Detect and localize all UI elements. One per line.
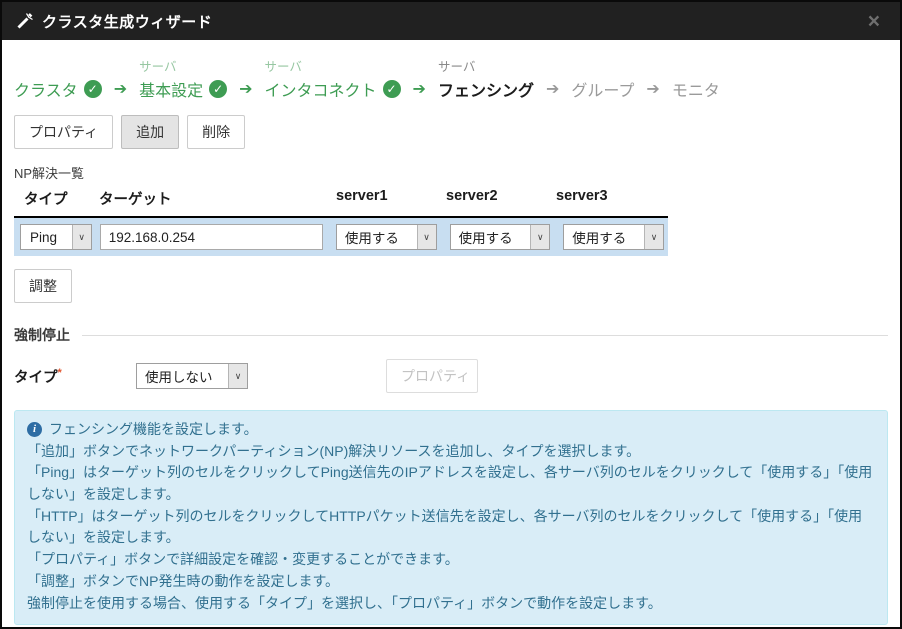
chevron-down-icon: ∨ <box>417 225 436 249</box>
step-done-check-icon: ✓ <box>84 80 102 98</box>
tune-button[interactable]: 調整 <box>14 269 72 303</box>
info-line: 「プロパティ」ボタンで詳細設定を確認・変更することができます。 <box>27 549 875 571</box>
forced-stop-property-button: プロパティ <box>386 359 478 393</box>
forced-stop-section-heading: 強制停止 <box>14 325 888 345</box>
np-table-row: Ping ∨ 使用する ∨ 使用する ∨ 使用する ∨ <box>14 218 668 256</box>
cluster-wizard-dialog: クラスタ生成ウィザード × クラスタ✓ ➔ サーバ 基本設定✓ ➔ サーバ イン… <box>0 0 902 629</box>
info-line: 「HTTP」はターゲット列のセルをクリックしてHTTPパケット送信先を設定し、各… <box>27 506 875 549</box>
column-header-type: タイプ <box>14 188 99 209</box>
step-label: グループ <box>571 77 634 101</box>
step-arrow-icon: ➔ <box>102 79 139 101</box>
step-interconnect[interactable]: サーバ インタコネクト✓ <box>265 56 401 101</box>
dialog-content: クラスタ✓ ➔ サーバ 基本設定✓ ➔ サーバ インタコネクト✓ ➔ サーバ フ… <box>2 40 900 629</box>
footer-actions: ◂戻る 次へ▸ キャンセル <box>14 625 888 629</box>
info-icon: i <box>27 422 42 437</box>
step-basic-settings[interactable]: サーバ 基本設定✓ <box>139 56 227 101</box>
column-header-server3: server3 <box>556 188 666 209</box>
step-arrow-icon: ➔ <box>634 79 671 101</box>
step-arrow-icon: ➔ <box>227 79 264 101</box>
forced-stop-type-label: タイプ* <box>14 366 136 387</box>
step-label: 基本設定 <box>139 77 203 101</box>
forced-stop-title: 強制停止 <box>14 325 70 345</box>
info-line: 「Ping」はターゲット列のセルをクリックしてPing送信先のIPアドレスを設定… <box>27 462 875 505</box>
chevron-down-icon: ∨ <box>644 225 663 249</box>
column-header-server2: server2 <box>446 188 556 209</box>
info-line: 「調整」ボタンでNP発生時の動作を設定します。 <box>27 571 875 593</box>
add-button[interactable]: 追加 <box>121 115 179 149</box>
step-done-check-icon: ✓ <box>209 80 227 98</box>
np-toolbar: プロパティ 追加 削除 <box>14 115 888 149</box>
step-group[interactable]: グループ <box>571 56 634 101</box>
step-cluster[interactable]: クラスタ ✓ <box>14 56 102 101</box>
forced-stop-type-row: タイプ* 使用しない ∨ プロパティ <box>14 359 888 393</box>
step-arrow-icon: ➔ <box>534 79 571 101</box>
column-header-target: ターゲット <box>99 188 336 209</box>
close-icon[interactable]: × <box>862 9 886 34</box>
chevron-down-icon: ∨ <box>72 225 91 249</box>
np-list-caption: NP解決一覧 <box>14 163 888 182</box>
np-type-select[interactable]: Ping ∨ <box>20 224 92 250</box>
chevron-down-icon: ∨ <box>228 364 247 388</box>
divider <box>82 335 888 336</box>
magic-wand-icon <box>16 12 34 30</box>
info-line: 「追加」ボタンでネットワークパーティション(NP)解決リソースを追加し、タイプを… <box>27 441 875 463</box>
column-header-server1: server1 <box>336 188 446 209</box>
info-line: 強制停止を使用する場合、使用する「タイプ」を選択し、「プロパティ」ボタンで動作を… <box>27 593 875 615</box>
np-target-input[interactable] <box>100 224 323 250</box>
np-resolution-table: タイプ ターゲット server1 server2 server3 Ping ∨… <box>14 188 668 256</box>
np-table-header: タイプ ターゲット server1 server2 server3 <box>14 188 668 218</box>
required-mark: * <box>58 367 62 379</box>
step-arrow-icon: ➔ <box>401 79 438 101</box>
wizard-steps: クラスタ✓ ➔ サーバ 基本設定✓ ➔ サーバ インタコネクト✓ ➔ サーバ フ… <box>14 56 888 101</box>
step-label: フェンシング <box>438 77 534 101</box>
dialog-title: クラスタ生成ウィザード <box>42 11 212 32</box>
step-done-check-icon: ✓ <box>383 80 401 98</box>
server2-usage-select[interactable]: 使用する ∨ <box>450 224 551 250</box>
step-label: モニタ <box>672 77 720 101</box>
step-monitor[interactable]: モニタ <box>672 56 720 101</box>
remove-button[interactable]: 削除 <box>187 115 245 149</box>
step-label: クラスタ <box>14 77 78 101</box>
info-line: フェンシング機能を設定します。 <box>49 419 258 441</box>
server3-usage-select[interactable]: 使用する ∨ <box>563 224 664 250</box>
forced-stop-type-select[interactable]: 使用しない ∨ <box>136 363 248 389</box>
info-box: i フェンシング機能を設定します。 「追加」ボタンでネットワークパーティション(… <box>14 410 888 625</box>
step-fencing[interactable]: サーバ フェンシング <box>438 56 534 101</box>
title-bar: クラスタ生成ウィザード × <box>2 2 900 40</box>
step-label: インタコネクト <box>265 77 377 101</box>
chevron-down-icon: ∨ <box>530 225 549 249</box>
property-button[interactable]: プロパティ <box>14 115 113 149</box>
server1-usage-select[interactable]: 使用する ∨ <box>336 224 437 250</box>
